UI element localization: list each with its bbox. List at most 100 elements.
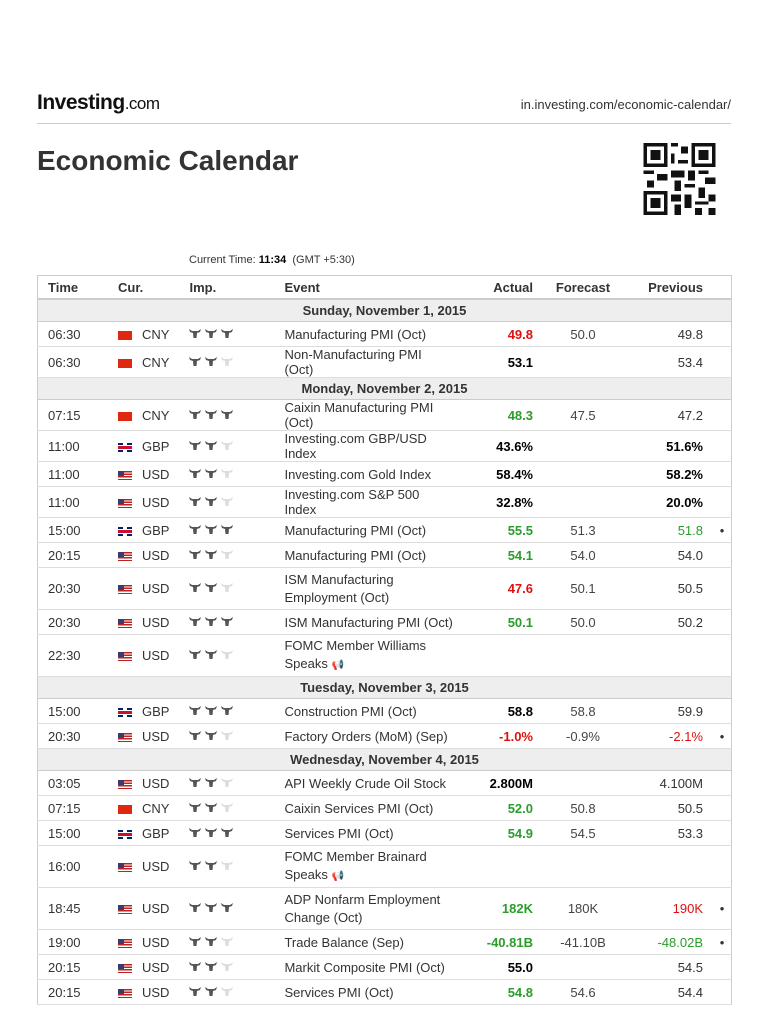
- importance: [179, 723, 275, 749]
- event-name[interactable]: ISM Manufacturing Employment (Oct): [274, 567, 463, 610]
- event-row[interactable]: 20:30 USD ISM Manufacturing Employment (…: [37, 567, 732, 610]
- event-name[interactable]: Factory Orders (MoM) (Sep): [274, 723, 463, 749]
- event-name[interactable]: Services PMI (Oct): [274, 979, 463, 1005]
- event-row[interactable]: 11:00 USD Investing.com S&P 500 Index 32…: [37, 486, 732, 518]
- date-row: Tuesday, November 3, 2015: [37, 676, 732, 699]
- event-label[interactable]: Construction PMI (Oct): [284, 704, 416, 719]
- event-label[interactable]: Markit Composite PMI (Oct): [284, 960, 444, 975]
- event-name[interactable]: Manufacturing PMI (Oct): [274, 542, 463, 568]
- bull-icon-filled: [189, 616, 202, 626]
- event-label[interactable]: ISM Manufacturing Employment (Oct): [284, 572, 393, 605]
- event-label[interactable]: API Weekly Crude Oil Stock: [284, 776, 446, 791]
- bull-icon-empty: [221, 986, 234, 996]
- event-row[interactable]: 15:00 GBP Services PMI (Oct) 54.9 54.5 5…: [37, 820, 732, 846]
- event-time: 20:15: [37, 979, 108, 1005]
- event-row[interactable]: 16:00 USD FOMC Member Brainard Speaks 📢: [37, 845, 732, 888]
- bull-icon-filled: [205, 936, 218, 946]
- event-name[interactable]: FOMC Member Williams Speaks 📢: [274, 634, 463, 677]
- currency-code: GBP: [142, 438, 170, 454]
- event-row[interactable]: 20:30 USD ISM Manufacturing PMI (Oct) 50…: [37, 609, 732, 635]
- date-label: Monday, November 2, 2015: [37, 377, 732, 400]
- event-row[interactable]: 11:00 USD Investing.com Gold Index 58.4%…: [37, 461, 732, 487]
- event-row[interactable]: 06:30 CNY Non-Manufacturing PMI (Oct) 53…: [37, 346, 732, 378]
- event-row[interactable]: 20:15 USD Markit Composite PMI (Oct) 55.…: [37, 954, 732, 980]
- event-row[interactable]: 20:15 USD Manufacturing PMI (Oct) 54.1 5…: [37, 542, 732, 568]
- event-label[interactable]: Caixin Manufacturing PMI (Oct): [284, 400, 433, 430]
- revised-marker: [713, 820, 732, 846]
- bull-icon-filled: [189, 524, 202, 534]
- event-name[interactable]: Services PMI (Oct): [274, 820, 463, 846]
- event-label[interactable]: Manufacturing PMI (Oct): [284, 327, 426, 342]
- event-label[interactable]: Trade Balance (Sep): [284, 935, 403, 950]
- bull-icon-empty: [221, 777, 234, 787]
- event-name[interactable]: FOMC Member Brainard Speaks 📢: [274, 845, 463, 888]
- bull-icon-filled: [205, 730, 218, 740]
- event-label[interactable]: Caixin Services PMI (Oct): [284, 801, 433, 816]
- currency: USD: [108, 486, 180, 518]
- page-url[interactable]: in.investing.com/economic-calendar/: [521, 97, 731, 112]
- event-name[interactable]: Caixin Services PMI (Oct): [274, 795, 463, 821]
- event-label[interactable]: Investing.com S&P 500 Index: [284, 487, 419, 517]
- bull-icon-filled: [189, 802, 202, 812]
- event-row[interactable]: 03:05 USD API Weekly Crude Oil Stock 2.8…: [37, 770, 732, 796]
- event-name[interactable]: Construction PMI (Oct): [274, 698, 463, 724]
- event-name[interactable]: ADP Nonfarm Employment Change (Oct): [274, 887, 463, 930]
- event-row[interactable]: 15:00 GBP Manufacturing PMI (Oct) 55.5 5…: [37, 517, 732, 543]
- event-row[interactable]: 07:15 CNY Caixin Services PMI (Oct) 52.0…: [37, 795, 732, 821]
- revised-marker: [713, 979, 732, 1005]
- event-row[interactable]: 20:30 USD Factory Orders (MoM) (Sep) -1.…: [37, 723, 732, 749]
- importance: [179, 795, 275, 821]
- currency: USD: [108, 609, 180, 635]
- event-row[interactable]: 15:00 GBP Construction PMI (Oct) 58.8 58…: [37, 698, 732, 724]
- bull-icon-filled: [205, 409, 218, 419]
- currency-code: USD: [142, 580, 170, 596]
- event-time: 11:00: [37, 430, 108, 462]
- event-name[interactable]: Caixin Manufacturing PMI (Oct): [274, 399, 463, 431]
- event-label[interactable]: ISM Manufacturing PMI (Oct): [284, 615, 452, 630]
- page-title: Economic Calendar: [37, 145, 299, 176]
- event-label[interactable]: Non-Manufacturing PMI (Oct): [284, 347, 421, 377]
- event-name[interactable]: Trade Balance (Sep): [274, 929, 463, 955]
- flag-cny-icon: [118, 330, 132, 340]
- event-row[interactable]: 19:00 USD Trade Balance (Sep) -40.81B -4…: [37, 929, 732, 955]
- investing-logo[interactable]: Investing.com: [37, 91, 160, 115]
- event-name[interactable]: Manufacturing PMI (Oct): [274, 321, 463, 347]
- bull-icon-filled: [205, 902, 218, 912]
- bull-icon-filled: [205, 961, 218, 971]
- event-label[interactable]: Manufacturing PMI (Oct): [284, 523, 426, 538]
- bull-icon-empty: [221, 649, 234, 659]
- event-row[interactable]: 11:00 GBP Investing.com GBP/USD Index 43…: [37, 430, 732, 462]
- event-time: 22:30: [37, 634, 108, 677]
- event-name[interactable]: ISM Manufacturing PMI (Oct): [274, 609, 463, 635]
- event-label[interactable]: Factory Orders (MoM) (Sep): [284, 729, 447, 744]
- bull-icon-filled: [205, 328, 218, 338]
- event-label[interactable]: ADP Nonfarm Employment Change (Oct): [284, 892, 440, 925]
- event-name[interactable]: Investing.com GBP/USD Index: [274, 430, 463, 462]
- col-extra: [713, 275, 732, 300]
- event-label[interactable]: FOMC Member Brainard Speaks: [284, 849, 426, 882]
- currency-code: USD: [142, 934, 170, 950]
- event-row[interactable]: 18:45 USD ADP Nonfarm Employment Change …: [37, 887, 732, 930]
- event-label[interactable]: Investing.com GBP/USD Index: [284, 431, 426, 461]
- event-label[interactable]: FOMC Member Williams Speaks: [284, 638, 426, 671]
- event-label[interactable]: Services PMI (Oct): [284, 985, 393, 1000]
- event-name[interactable]: Non-Manufacturing PMI (Oct): [274, 346, 463, 378]
- previous-value: -2.1%: [623, 723, 713, 749]
- event-label[interactable]: Services PMI (Oct): [284, 826, 393, 841]
- event-time: 20:15: [37, 542, 108, 568]
- event-name[interactable]: Investing.com Gold Index: [274, 461, 463, 487]
- event-row[interactable]: 20:15 USD Services PMI (Oct) 54.8 54.6 5…: [37, 979, 732, 1005]
- revised-marker: [713, 698, 732, 724]
- event-label[interactable]: Investing.com Gold Index: [284, 467, 431, 482]
- event-name[interactable]: Markit Composite PMI (Oct): [274, 954, 463, 980]
- flag-gbp-icon: [118, 829, 132, 839]
- event-name[interactable]: API Weekly Crude Oil Stock: [274, 770, 463, 796]
- event-label[interactable]: Manufacturing PMI (Oct): [284, 548, 426, 563]
- page: Investing.com in.investing.com/economic-…: [0, 0, 768, 1024]
- event-name[interactable]: Manufacturing PMI (Oct): [274, 517, 463, 543]
- event-row[interactable]: 06:30 CNY Manufacturing PMI (Oct) 49.8 5…: [37, 321, 732, 347]
- event-row[interactable]: 07:15 CNY Caixin Manufacturing PMI (Oct)…: [37, 399, 732, 431]
- event-row[interactable]: 22:30 USD FOMC Member Williams Speaks 📢: [37, 634, 732, 677]
- importance: [179, 845, 275, 888]
- event-name[interactable]: Investing.com S&P 500 Index: [274, 486, 463, 518]
